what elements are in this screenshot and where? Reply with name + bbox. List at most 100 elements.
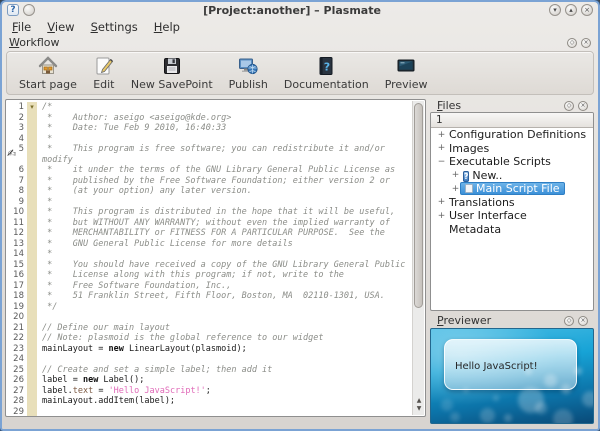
menu-settings[interactable]: Settings: [91, 20, 138, 34]
tree-item-images[interactable]: + Images: [431, 142, 593, 156]
menu-view[interactable]: View: [47, 20, 74, 34]
editor-row: 13 * GNU General Public License for more…: [6, 238, 412, 250]
code-line[interactable]: * GNU General Public License for more de…: [37, 239, 412, 250]
code-editor[interactable]: 1 ▾/* 2 * Author: aseigo <aseigo@kde.org> 3…: [5, 99, 426, 417]
fold-column: [27, 280, 37, 291]
minimize-button[interactable]: ▾: [549, 4, 561, 16]
code-line[interactable]: * Date: Tue Feb 9 2010, 16:40:33: [37, 123, 412, 134]
code-line[interactable]: mainLayout = new LinearLayout(plasmoid);: [37, 344, 412, 355]
code-line[interactable]: * 51 Franklin Street, Fifth Floor, Bosto…: [37, 291, 412, 302]
preview-plasma-widget: Hello JavaScript!: [443, 339, 577, 391]
line-number: 28: [13, 396, 24, 407]
code-line[interactable]: // Note: plasmoid is the global referenc…: [37, 333, 412, 344]
code-line[interactable]: * This program is distributed in the hop…: [37, 207, 412, 218]
script-file-icon: [465, 184, 473, 194]
fold-column: [27, 165, 37, 176]
menu-help[interactable]: Help: [154, 20, 180, 34]
window-help-icon[interactable]: ?: [7, 4, 19, 16]
line-number: 19: [13, 301, 24, 312]
window-title: [Project:another] – Plasmate: [203, 3, 381, 17]
tree-expander[interactable]: −: [437, 157, 446, 167]
code-line[interactable]: * (at your option) any later version.: [37, 186, 412, 197]
tree-item-main-script-file[interactable]: + Main Script File: [431, 182, 593, 196]
editor-row: modify: [6, 154, 412, 166]
scroll-down-icon[interactable]: ▼: [417, 405, 422, 413]
files-float-icon[interactable]: ◇: [564, 100, 574, 111]
close-button[interactable]: ×: [581, 4, 593, 16]
titlebar: ? [Project:another] – Plasmate ▾ ▴ ×: [2, 2, 598, 18]
code-line[interactable]: *: [37, 197, 412, 208]
code-line[interactable]: * but WITHOUT ANY WARRANTY; without even…: [37, 218, 412, 229]
code-line[interactable]: */: [37, 302, 412, 313]
code-line[interactable]: // Define our main layout: [37, 323, 412, 334]
line-number: 6: [18, 165, 24, 176]
code-line[interactable]: * You should have received a copy of the…: [37, 260, 412, 271]
code-line[interactable]: /*: [37, 102, 412, 113]
toolbar-button-new-savepoint[interactable]: New SavePoint: [123, 53, 221, 93]
editor-lines[interactable]: 1 ▾/* 2 * Author: aseigo <aseigo@kde.org> 3…: [6, 100, 412, 416]
tree-expander[interactable]: +: [437, 197, 446, 207]
code-line[interactable]: * Author: aseigo <aseigo@kde.org>: [37, 113, 412, 124]
editor-scrollbar[interactable]: ▲ ▼: [412, 101, 424, 415]
tree-item-translations[interactable]: + Translations: [431, 196, 593, 210]
workflow-float-icon[interactable]: ◇: [567, 37, 577, 48]
code-line[interactable]: modify: [37, 155, 412, 166]
scrollbar-thumb[interactable]: [414, 103, 423, 308]
tree-expander[interactable]: +: [451, 184, 460, 194]
code-line[interactable]: * it under the terms of the GNU Library …: [37, 165, 412, 176]
menu-file[interactable]: File: [12, 20, 31, 34]
editor-row: 12 * MERCHANTABILITY or FITNESS FOR A PA…: [6, 228, 412, 239]
code-line[interactable]: * This program is free software; you can…: [37, 144, 412, 155]
editor-row: 4 *: [6, 133, 412, 145]
line-number: 27: [13, 385, 24, 396]
code-line[interactable]: mainLayout.addItem(label);: [37, 396, 412, 407]
scroll-up-icon[interactable]: ▲: [417, 397, 422, 405]
code-line[interactable]: *: [37, 134, 412, 145]
tree-item-user-interface[interactable]: + User Interface: [431, 209, 593, 223]
code-line[interactable]: * Free Software Foundation, Inc.,: [37, 281, 412, 292]
code-line[interactable]: *: [37, 249, 412, 260]
toolbar-button-start-page[interactable]: Start page: [11, 53, 85, 93]
tree-expander[interactable]: +: [451, 170, 460, 180]
editor-row: 20: [6, 312, 412, 323]
toolbar-button-edit[interactable]: Edit: [85, 53, 123, 93]
code-line[interactable]: label = new Label();: [37, 375, 412, 386]
titlebar-menu-button[interactable]: [23, 4, 35, 16]
tree-expander[interactable]: +: [437, 211, 446, 221]
editor-row: 25 // Create and set a simple label; then…: [6, 364, 412, 376]
workflow-close-icon[interactable]: ×: [581, 37, 591, 48]
editor-row: 26 label = new Label();: [6, 375, 412, 386]
code-segment: * This program is free software; you can…: [42, 144, 385, 154]
code-line[interactable]: * published by the Free Software Foundat…: [37, 176, 412, 187]
previewer-close-icon[interactable]: ×: [578, 315, 588, 326]
editor-row: 17 * Free Software Foundation, Inc.,: [6, 280, 412, 292]
tree-item-metadata[interactable]: Metadata: [431, 223, 593, 237]
bubble-decoration: [440, 398, 453, 411]
fold-marker-icon[interactable]: ▾: [27, 102, 37, 113]
files-close-icon[interactable]: ×: [578, 100, 588, 111]
code-line[interactable]: * License along with this program; if no…: [37, 270, 412, 281]
tree-item-text: Main Script File: [476, 182, 560, 196]
line-number: 25: [13, 364, 24, 375]
publish-icon: [237, 55, 259, 77]
previewer-float-icon[interactable]: ◇: [564, 315, 574, 326]
maximize-button[interactable]: ▴: [565, 4, 577, 16]
tree-expander[interactable]: +: [437, 130, 446, 140]
main-area: 1 ▾/* 2 * Author: aseigo <aseigo@kde.org> 3…: [2, 98, 598, 428]
toolbar-button-publish[interactable]: Publish: [221, 53, 276, 93]
code-line[interactable]: // Create and set a simple label; then a…: [37, 365, 412, 376]
code-segment: * You should have received a copy of the…: [42, 259, 406, 270]
tree-item-executable-scripts[interactable]: − Executable Scripts: [431, 155, 593, 169]
toolbar-button-label: Preview: [384, 78, 428, 91]
code-line[interactable]: label.text = 'Hello JavaScript!';: [37, 386, 412, 397]
toolbar-button-documentation[interactable]: ? Documentation: [276, 53, 377, 93]
tree-item-configuration-definitions[interactable]: + Configuration Definitions: [431, 128, 593, 142]
code-line[interactable]: * MERCHANTABILITY or FITNESS FOR A PARTI…: [37, 228, 412, 239]
code-segment: * it under the terms of the GNU Library …: [42, 165, 396, 175]
code-segment: ;: [205, 385, 211, 396]
code-segment: mainLayout =: [42, 343, 109, 354]
tree-expander[interactable]: +: [437, 143, 446, 153]
hand-cursor-icon: ✍: [7, 147, 17, 160]
toolbar-button-preview[interactable]: Preview: [377, 53, 436, 93]
tree-item-new[interactable]: +? New..: [431, 169, 593, 183]
